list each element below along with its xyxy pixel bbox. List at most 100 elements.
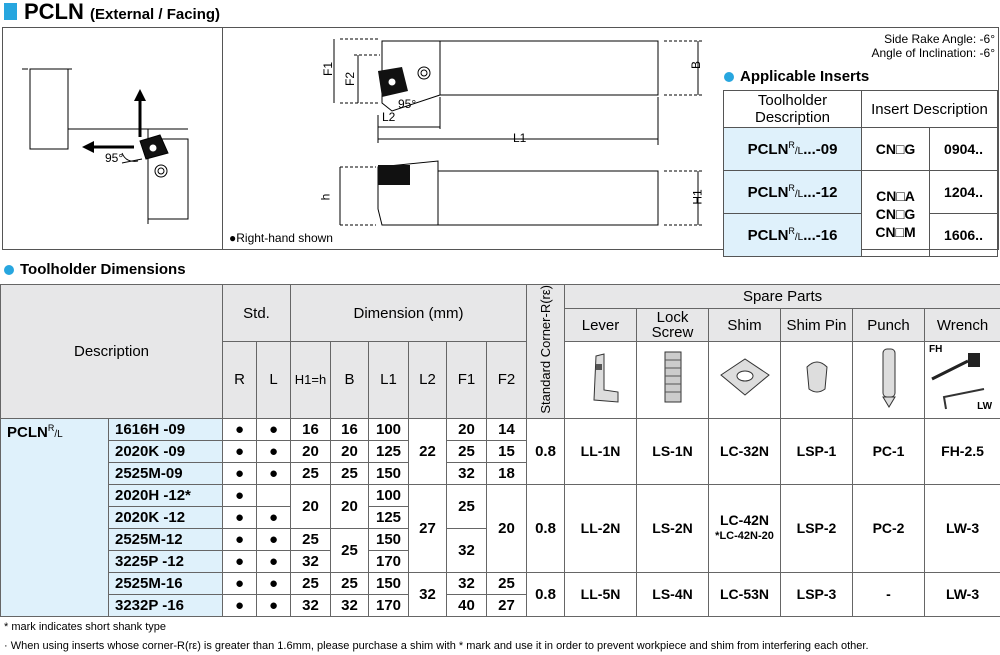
cell-l1: 125: [368, 505, 409, 529]
cell-lock: LS-4N: [636, 571, 710, 617]
std-r: ●: [222, 571, 257, 595]
h-L: L: [256, 341, 291, 419]
cell-b: 32: [330, 593, 369, 617]
cell-b: 20: [330, 483, 369, 529]
label-h: h: [318, 193, 333, 201]
std-l: ●: [256, 461, 291, 485]
type-12-16: CN□A CN□G CN□M: [861, 170, 930, 257]
std-r: ●: [222, 439, 257, 463]
cell-lever: LL-5N: [564, 571, 638, 617]
angle-left-label: 95°: [105, 151, 124, 165]
code-16: 1606..: [929, 213, 998, 257]
cell-punch: -: [852, 571, 926, 617]
h-wrench: Wrench: [924, 308, 1000, 343]
cell-pin: LSP-3: [780, 571, 854, 617]
cell-h: 32: [290, 593, 331, 617]
cell-h: 20: [290, 483, 331, 529]
angle-top-label: 95°: [398, 97, 417, 111]
type-a: CN□A: [876, 187, 915, 204]
cell-f1: 32: [446, 461, 487, 485]
wrench-image: FH LW: [924, 341, 1000, 419]
table-row-code: 2020K -09: [108, 439, 223, 463]
cell-f1: 40: [446, 593, 487, 617]
cell-b: 16: [330, 417, 369, 441]
right-hand-note: ●Right-hand shown: [229, 231, 333, 245]
cell-f2: 27: [485, 593, 528, 617]
cell-l1: 150: [368, 571, 409, 595]
std-l: ●: [256, 439, 291, 463]
std-l: ●: [256, 571, 291, 595]
cell-l1: 125: [368, 439, 409, 463]
holder-12: PCLNR/L...-12: [723, 170, 862, 214]
std-r: ●: [222, 549, 257, 573]
facing-diagram: [22, 68, 189, 224]
h-std: Std.: [222, 283, 291, 343]
lock-screw-image: [636, 341, 710, 419]
table-row-code: 2525M-16: [108, 571, 223, 595]
title-marker: [4, 3, 17, 20]
cell-h: 25: [290, 461, 331, 485]
cell-l2: 27: [408, 483, 447, 573]
diagram-divider: [222, 27, 223, 250]
cell-corner: 0.8: [526, 483, 566, 573]
cell-f2: 14: [485, 417, 528, 441]
std-l: ●: [256, 527, 291, 551]
cell-f2: 18: [485, 461, 528, 485]
title-sub: (External / Facing): [90, 6, 221, 23]
side-rake-text: Side Rake Angle: -6°: [884, 32, 995, 46]
label-H1: H1: [690, 189, 705, 205]
cell-wrench: LW-3: [924, 571, 1000, 617]
cell-l2: 22: [408, 417, 447, 485]
page-title: PCLN (External / Facing): [24, 0, 220, 25]
cell-punch: PC-1: [852, 417, 926, 485]
h-lock-screw: Lock Screw: [636, 308, 710, 343]
cell-wrench: FH-2.5: [924, 417, 1000, 485]
label-F2: F2: [343, 71, 358, 87]
cell-lock: LS-2N: [636, 483, 710, 573]
cell-lever: LL-2N: [564, 483, 638, 573]
inserts-heading: Applicable Inserts: [724, 68, 869, 85]
h-description: Description: [0, 284, 223, 419]
std-r: ●: [222, 593, 257, 617]
dimensions-body: PCLNR/L 1616H -09 ● ● 16 16 100 22 20 14 0.8…: [0, 417, 1000, 617]
cell-l1: 170: [368, 549, 409, 573]
cell-f1: 20: [446, 417, 487, 441]
table-row-code: 3225P -12: [108, 549, 223, 573]
cell-f1: 25: [446, 483, 487, 529]
cell-l1: 150: [368, 527, 409, 551]
cell-f1: 32: [446, 571, 487, 595]
holder-09: PCLNR/L...-09: [723, 127, 862, 171]
inclination-text: Angle of Inclination: -6°: [871, 46, 995, 60]
cell-lever: LL-1N: [564, 417, 638, 485]
h-F1: F1: [446, 341, 487, 419]
note-short-shank: * mark indicates short shank type: [4, 621, 167, 633]
cell-shim: LC-32N: [708, 417, 782, 485]
h-corner: Standard Corner-R(rε): [526, 284, 566, 419]
dimensions-table: Description Std. Dimension (mm) Standard…: [0, 283, 1000, 617]
h-shim: Shim: [708, 308, 782, 343]
cell-shim: LC-53N: [708, 571, 782, 617]
punch-icon: [881, 348, 896, 408]
cell-b: 25: [330, 527, 369, 573]
type-b: CN□G: [875, 205, 916, 222]
lock-screw-icon: [664, 351, 682, 403]
label-L1: L1: [513, 131, 527, 145]
angle-notes: Side Rake Angle: -6° Angle of Inclinatio…: [871, 32, 995, 60]
cell-pin: LSP-1: [780, 417, 854, 485]
cell-l1: 100: [368, 483, 409, 507]
type-09: CN□G: [861, 127, 930, 171]
col-holder-header: Toolholder Description: [723, 90, 862, 128]
cell-f1: 25: [446, 439, 487, 463]
label-B: B: [689, 60, 704, 70]
cell-h: 25: [290, 571, 331, 595]
type-c: CN□M: [875, 223, 916, 240]
dims-heading-text: Toolholder Dimensions: [20, 261, 186, 278]
table-row-code: 2525M-09: [108, 461, 223, 485]
title-main: PCLN: [24, 0, 84, 24]
code-09: 0904..: [929, 127, 998, 171]
cell-l1: 100: [368, 417, 409, 441]
table-row-code: 2020K -12: [108, 505, 223, 529]
desc-cell: PCLNR/L: [0, 417, 109, 617]
cell-h: 32: [290, 549, 331, 573]
std-l: ●: [256, 505, 291, 529]
